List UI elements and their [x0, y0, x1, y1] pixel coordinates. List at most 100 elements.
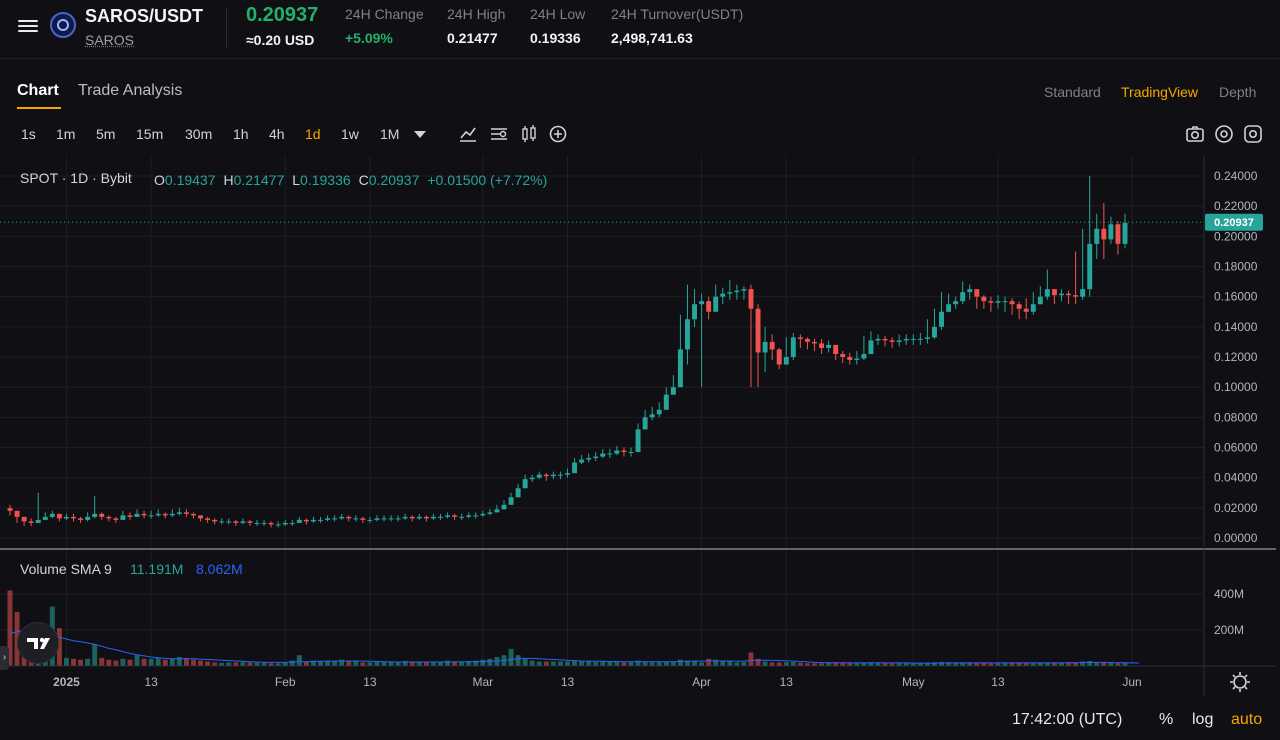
candle-body — [1051, 289, 1057, 296]
candle-body — [833, 344, 839, 354]
settings-icon[interactable] — [1243, 124, 1263, 144]
percent-scale-toggle[interactable]: % — [1159, 711, 1173, 729]
candle-body — [452, 515, 458, 517]
candle-body — [198, 515, 204, 519]
add-icon[interactable] — [548, 124, 568, 144]
hamburger-menu-icon[interactable] — [18, 17, 38, 35]
candle-body — [981, 296, 987, 302]
stat-24h-low: 24H Low 0.19336 — [530, 6, 585, 46]
candle-body — [183, 512, 189, 514]
legend-source[interactable]: SPOT · 1D · Bybit — [20, 170, 132, 186]
collapse-arrow-icon[interactable]: › — [0, 646, 9, 670]
eye-icon[interactable] — [1214, 124, 1234, 144]
volume-bar — [289, 660, 295, 666]
candle-body — [141, 513, 147, 516]
volume-bar — [692, 661, 697, 666]
volume-bar — [529, 660, 535, 666]
candle-body — [741, 289, 747, 291]
stat-value: 0.19336 — [530, 30, 581, 46]
volume-legend-title[interactable]: Volume SMA 9 — [20, 561, 112, 577]
candle-body — [1023, 308, 1029, 312]
candle-body — [670, 387, 676, 395]
candle-body — [275, 524, 281, 526]
candle-body — [303, 519, 309, 522]
timeframe-15m[interactable]: 15m — [136, 126, 163, 142]
timeframe-30m[interactable]: 30m — [185, 126, 212, 142]
volume-bar — [572, 660, 578, 666]
candle-body — [508, 497, 514, 505]
timeframe-1m[interactable]: 1m — [56, 126, 75, 142]
tab-trade-analysis[interactable]: Trade Analysis — [78, 82, 182, 100]
tradingview-logo-icon[interactable] — [17, 622, 59, 664]
candle-body — [614, 450, 620, 454]
candle-body — [1044, 289, 1050, 297]
candle-body — [134, 513, 140, 517]
candle-body — [557, 474, 563, 476]
candle-body — [924, 337, 930, 339]
legend-low: 0.19336 — [300, 172, 351, 188]
candle-body — [847, 357, 853, 361]
price-chart[interactable]: 0.24000 0.22000 0.20000 0.18000 0.16000 0.140… — [0, 156, 1280, 736]
time-tick-label: 13 — [561, 675, 575, 689]
stat-value: 2,498,741.63 — [611, 30, 693, 46]
candle-body — [600, 453, 606, 457]
volume-bar — [565, 661, 570, 666]
candle-body — [536, 474, 542, 478]
volume-bar — [543, 661, 549, 666]
utc-clock[interactable]: 17:42:00 (UTC) — [1012, 711, 1122, 729]
price-tick-label: 0.02000 — [1214, 501, 1258, 515]
auto-scale-toggle[interactable]: auto — [1231, 711, 1262, 729]
price-tick-label: 0.04000 — [1214, 471, 1258, 485]
candle-body — [360, 518, 366, 520]
price-tick-label: 0.18000 — [1214, 260, 1258, 274]
price-tick-label: 0.10000 — [1214, 380, 1258, 394]
timeframe-5m[interactable]: 5m — [96, 126, 115, 142]
legend-close-label: C — [359, 172, 369, 188]
candle-body — [346, 516, 352, 519]
volume-bar — [127, 659, 133, 666]
volume-bar — [205, 661, 211, 666]
tab-chart[interactable]: Chart — [17, 82, 59, 100]
legend-open-label: O — [154, 172, 165, 188]
pair-title[interactable]: SAROS/USDT — [85, 6, 203, 27]
saros-logo-icon — [50, 12, 76, 38]
candle-type-icon[interactable] — [519, 124, 539, 144]
time-tick-label: 2025 — [53, 675, 80, 689]
candle-body — [734, 290, 740, 293]
volume-bar — [1094, 662, 1100, 666]
price-tick-label: 0.24000 — [1214, 169, 1258, 183]
view-tradingview[interactable]: TradingView — [1121, 84, 1198, 100]
candle-body — [783, 357, 789, 365]
candle-body — [840, 353, 846, 357]
volume-bar — [656, 662, 662, 666]
candle-body — [191, 513, 196, 516]
stat-value: +5.09% — [345, 30, 393, 46]
candle-body — [790, 337, 796, 357]
log-scale-toggle[interactable]: log — [1192, 711, 1213, 729]
timeframe-1M[interactable]: 1M — [380, 126, 399, 142]
timeframe-1h[interactable]: 1h — [233, 126, 249, 142]
volume-bar — [720, 661, 726, 666]
timeframe-1s[interactable]: 1s — [21, 126, 36, 142]
candle-body — [78, 518, 84, 520]
candle-body — [1094, 228, 1100, 244]
camera-icon[interactable] — [1185, 124, 1205, 144]
view-depth[interactable]: Depth — [1219, 84, 1256, 100]
timeframe-4h[interactable]: 4h — [269, 126, 285, 142]
chevron-down-icon[interactable] — [410, 124, 430, 144]
time-tick-label: 13 — [780, 675, 794, 689]
timeframe-1w[interactable]: 1w — [341, 126, 359, 142]
indicator-icon[interactable] — [489, 124, 509, 144]
volume-bar — [769, 662, 775, 666]
candle-body — [946, 304, 952, 312]
timeframe-1d[interactable]: 1d — [305, 126, 321, 142]
candle-body — [169, 513, 175, 516]
view-standard[interactable]: Standard — [1044, 84, 1101, 100]
volume-bar — [169, 658, 175, 666]
line-chart-icon[interactable] — [458, 124, 478, 144]
volume-bar — [741, 662, 747, 666]
candle-body — [635, 429, 641, 453]
candle-body — [967, 289, 973, 293]
pair-subtitle[interactable]: SAROS — [85, 32, 134, 48]
candle-body — [14, 510, 20, 517]
